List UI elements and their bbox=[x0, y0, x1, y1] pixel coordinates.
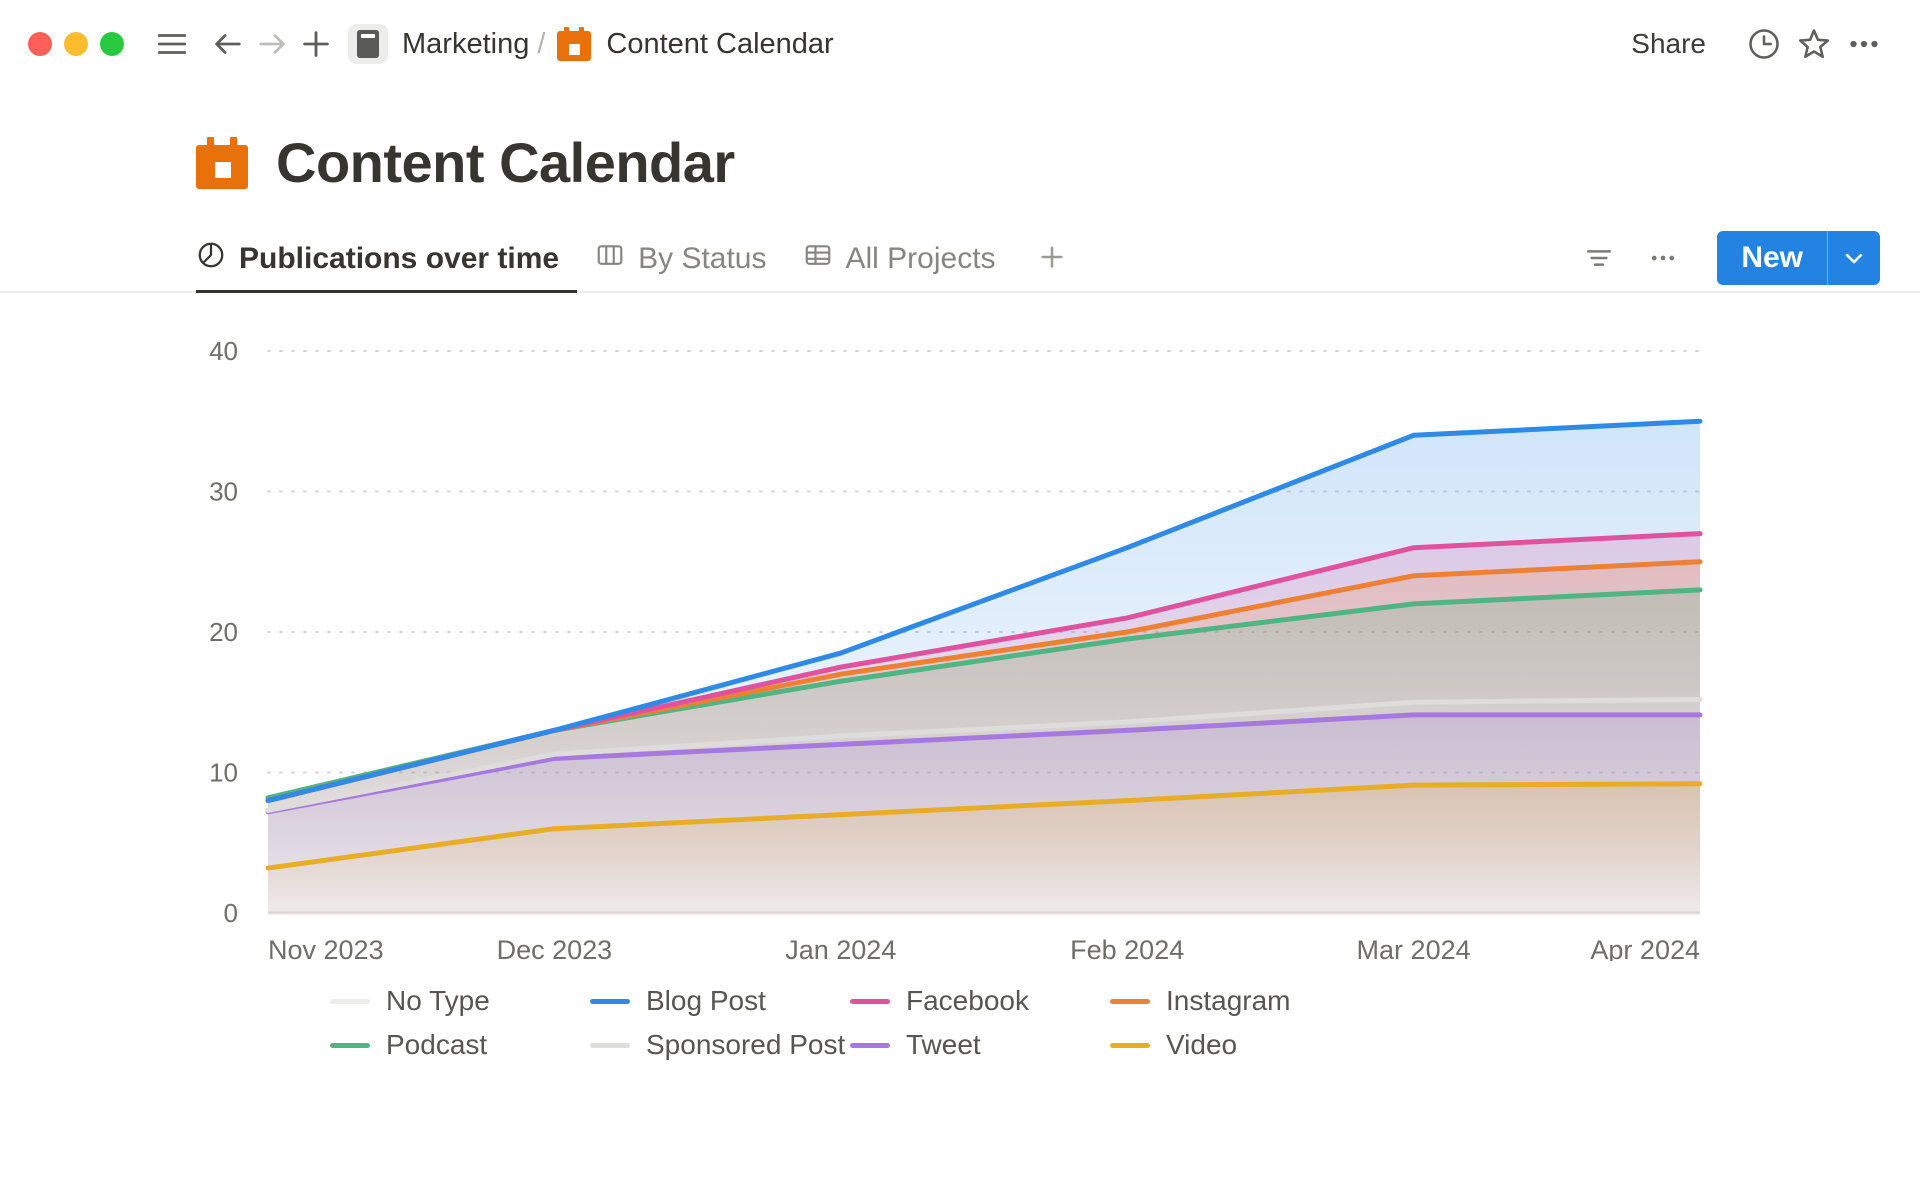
publications-chart: 0 10 20 30 40 Nov 2023 Dec 2023 Jan 2024 Feb 202… bbox=[0, 293, 1920, 961]
page-body: Content Calendar Publications over time … bbox=[0, 88, 1920, 1067]
page-title[interactable]: Content Calendar bbox=[276, 130, 735, 195]
legend-color-swatch bbox=[330, 1043, 370, 1048]
legend-color-swatch bbox=[850, 999, 890, 1004]
traffic-lights bbox=[28, 32, 124, 56]
plus-icon bbox=[1036, 241, 1068, 278]
breadcrumb-page[interactable]: Content Calendar bbox=[606, 28, 833, 61]
notebook-icon[interactable] bbox=[348, 24, 388, 64]
legend-label: Facebook bbox=[906, 985, 1029, 1017]
x-axis-tick-label: Dec 2023 bbox=[497, 935, 613, 961]
legend-color-swatch bbox=[590, 1043, 630, 1048]
legend-item[interactable]: Blog Post bbox=[590, 979, 850, 1023]
sidebar-toggle-icon[interactable] bbox=[150, 22, 194, 66]
chart-pie-icon bbox=[196, 240, 226, 278]
share-button[interactable]: Share bbox=[1615, 20, 1722, 68]
view-tabs: Publications over time By Status All Pro… bbox=[196, 240, 1086, 291]
titlebar-actions: Share bbox=[1615, 0, 1886, 88]
y-axis-tick-label: 40 bbox=[209, 336, 238, 366]
arrow-right-icon[interactable] bbox=[250, 22, 294, 66]
board-columns-icon bbox=[595, 240, 625, 278]
close-window-button[interactable] bbox=[28, 32, 52, 56]
legend-item[interactable]: Facebook bbox=[850, 979, 1110, 1023]
window-titlebar: Marketing / Content Calendar Share bbox=[0, 0, 1920, 88]
y-axis-tick-label: 30 bbox=[209, 477, 238, 507]
y-axis-tick-label: 10 bbox=[209, 758, 238, 788]
legend-color-swatch bbox=[850, 1043, 890, 1048]
x-axis-tick-label: Jan 2024 bbox=[785, 935, 896, 961]
legend-label: Blog Post bbox=[646, 985, 766, 1017]
legend-item[interactable]: Tweet bbox=[850, 1023, 1110, 1067]
chart-canvas[interactable]: 0 10 20 30 40 Nov 2023 Dec 2023 Jan 2024 Feb 202… bbox=[0, 321, 1920, 961]
legend-label: Video bbox=[1166, 1029, 1237, 1061]
plus-icon[interactable] bbox=[294, 22, 338, 66]
legend-color-swatch bbox=[330, 999, 370, 1004]
breadcrumb-separator: / bbox=[537, 28, 545, 61]
minimize-window-button[interactable] bbox=[64, 32, 88, 56]
star-icon[interactable] bbox=[1792, 22, 1836, 66]
view-tabbar: Publications over time By Status All Pro… bbox=[0, 237, 1920, 293]
legend-item[interactable]: Podcast bbox=[330, 1023, 590, 1067]
tab-publications-over-time[interactable]: Publications over time bbox=[196, 240, 577, 291]
y-axis-tick-label: 20 bbox=[209, 617, 238, 647]
legend-item[interactable]: Instagram bbox=[1110, 979, 1370, 1023]
legend-item[interactable]: Video bbox=[1110, 1023, 1370, 1067]
x-axis-tick-label: Feb 2024 bbox=[1070, 935, 1184, 961]
tab-label: Publications over time bbox=[239, 242, 559, 276]
ellipsis-icon[interactable] bbox=[1842, 22, 1886, 66]
breadcrumb-workspace[interactable]: Marketing bbox=[402, 28, 529, 61]
new-button-label: New bbox=[1717, 231, 1827, 285]
clock-icon[interactable] bbox=[1742, 22, 1786, 66]
breadcrumb: Marketing / Content Calendar bbox=[348, 24, 834, 64]
filter-icon[interactable] bbox=[1577, 236, 1621, 280]
arrow-left-icon[interactable] bbox=[206, 22, 250, 66]
legend-label: Instagram bbox=[1166, 985, 1291, 1017]
table-grid-icon bbox=[803, 240, 833, 278]
legend-color-swatch bbox=[590, 999, 630, 1004]
legend-color-swatch bbox=[1110, 999, 1150, 1004]
chart-legend: No Type Blog Post Facebook Instagram Podcast… bbox=[0, 979, 1420, 1067]
calendar-icon[interactable] bbox=[196, 137, 248, 189]
y-axis-tick-label: 0 bbox=[224, 898, 238, 928]
calendar-icon bbox=[557, 27, 591, 61]
page-header: Content Calendar bbox=[0, 88, 1920, 195]
x-axis-tick-label: Apr 2024 bbox=[1590, 935, 1700, 961]
legend-item[interactable]: Sponsored Post bbox=[590, 1023, 850, 1067]
legend-label: No Type bbox=[386, 985, 490, 1017]
tab-by-status[interactable]: By Status bbox=[577, 240, 784, 291]
chevron-down-icon[interactable] bbox=[1828, 231, 1880, 285]
legend-label: Sponsored Post bbox=[646, 1029, 845, 1061]
tab-label: By Status bbox=[638, 242, 766, 276]
x-axis-tick-label: Mar 2024 bbox=[1357, 935, 1471, 961]
legend-label: Tweet bbox=[906, 1029, 981, 1061]
x-axis-tick-label: Nov 2023 bbox=[268, 935, 384, 961]
zoom-window-button[interactable] bbox=[100, 32, 124, 56]
legend-color-swatch bbox=[1110, 1043, 1150, 1048]
view-toolbar: New bbox=[1577, 231, 1880, 291]
new-button[interactable]: New bbox=[1717, 231, 1880, 285]
tab-all-projects[interactable]: All Projects bbox=[785, 240, 1014, 291]
legend-item[interactable]: No Type bbox=[330, 979, 590, 1023]
legend-label: Podcast bbox=[386, 1029, 487, 1061]
add-view-button[interactable] bbox=[1014, 241, 1086, 291]
tab-label: All Projects bbox=[846, 242, 996, 276]
ellipsis-icon[interactable] bbox=[1641, 236, 1685, 280]
